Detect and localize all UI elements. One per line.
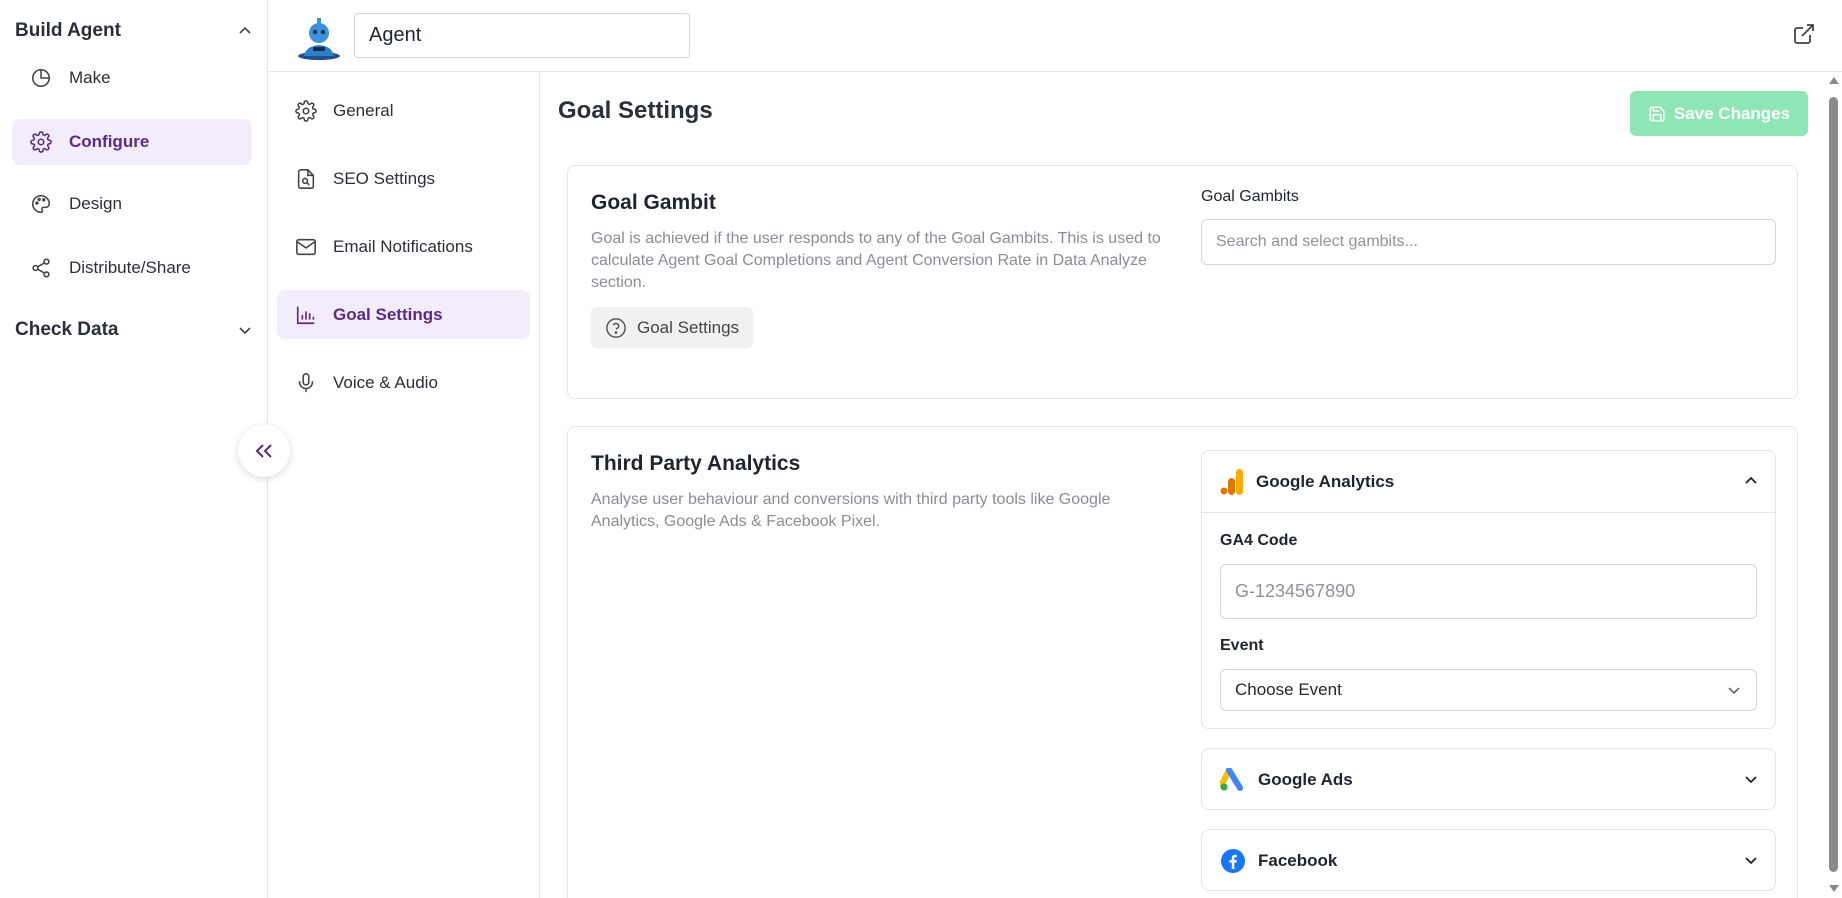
save-button-label: Save Changes: [1673, 103, 1791, 123]
third-party-description: Analyse user behaviour and conversions w…: [591, 491, 1111, 530]
top-bar: [268, 0, 1842, 72]
main-scrollbar[interactable]: [1826, 73, 1842, 898]
goal-settings-help-chip[interactable]: Goal Settings: [591, 307, 754, 348]
facebook-header[interactable]: Facebook: [1202, 830, 1775, 892]
settings-item-voice-audio[interactable]: Voice & Audio: [277, 358, 530, 407]
google-analytics-accordion: Google Analytics GA4 Code Event Choose E…: [1201, 450, 1776, 729]
settings-item-seo[interactable]: SEO Settings: [277, 154, 530, 203]
settings-item-label: SEO Settings: [333, 168, 436, 188]
sidebar-item-configure[interactable]: Configure: [12, 119, 252, 165]
pie-chart-icon: [29, 66, 53, 90]
chevron-down-icon: [1745, 776, 1757, 784]
sidebar-item-label: Distribute/Share: [69, 258, 191, 277]
bar-chart-icon: [295, 304, 317, 326]
app-root: Build Agent Make Configure Design Distri…: [0, 0, 1842, 898]
chevron-down-icon: [1728, 687, 1740, 695]
settings-nav: General SEO Settings Email Notifications…: [268, 73, 540, 898]
settings-item-general[interactable]: General: [277, 86, 530, 135]
sidebar-item-label: Configure: [69, 132, 150, 151]
third-party-analytics-card: Third Party Analytics Analyse user behav…: [567, 426, 1798, 898]
facebook-name: Facebook: [1258, 851, 1338, 870]
google-ads-name: Google Ads: [1258, 770, 1353, 789]
page-title: Goal Settings: [558, 97, 713, 124]
google-ads-header[interactable]: Google Ads: [1202, 749, 1775, 811]
double-chevron-left-icon: [255, 444, 272, 458]
third-party-title: Third Party Analytics: [591, 452, 801, 475]
scroll-up-arrow-icon[interactable]: [1829, 77, 1839, 84]
agent-name-input[interactable]: [354, 13, 690, 58]
mail-icon: [295, 236, 317, 258]
settings-item-label: Goal Settings: [333, 304, 443, 324]
sidebar-item-label: Make: [69, 68, 111, 87]
facebook-icon: [1220, 848, 1246, 874]
sidebar-item-label: Design: [69, 194, 122, 213]
collapse-sidebar-button[interactable]: [238, 425, 290, 477]
chevron-up-icon: [239, 26, 251, 34]
scroll-down-arrow-icon[interactable]: [1829, 885, 1839, 892]
settings-item-label: General: [333, 100, 394, 120]
chevron-down-icon: [1745, 857, 1757, 865]
settings-item-email-notifications[interactable]: Email Notifications: [277, 222, 530, 271]
check-data-section-header[interactable]: Check Data: [15, 315, 253, 345]
share-icon: [29, 256, 53, 280]
palette-icon: [29, 192, 53, 216]
google-ads-icon: [1220, 768, 1246, 792]
ga4-code-label: GA4 Code: [1220, 532, 1298, 549]
goal-gambits-label: Goal Gambits: [1201, 188, 1299, 205]
facebook-accordion: Facebook: [1201, 829, 1776, 891]
check-data-title: Check Data: [15, 319, 119, 340]
google-ads-accordion: Google Ads: [1201, 748, 1776, 810]
chevron-up-icon: [1745, 476, 1757, 484]
event-label: Event: [1220, 637, 1264, 654]
save-changes-button[interactable]: Save Changes: [1630, 91, 1808, 136]
chevron-down-icon: [239, 327, 251, 335]
sidebar-item-design[interactable]: Design: [12, 181, 252, 227]
sidebar-item-distribute-share[interactable]: Distribute/Share: [12, 245, 252, 291]
goal-gambit-card: Goal Gambit Goal is achieved if the user…: [567, 165, 1798, 399]
build-agent-section-header[interactable]: Build Agent: [15, 16, 253, 46]
google-analytics-header[interactable]: Google Analytics: [1202, 451, 1775, 513]
event-select-value: Choose Event: [1235, 680, 1342, 699]
microphone-icon: [295, 372, 317, 394]
ga4-code-input[interactable]: [1220, 564, 1757, 619]
settings-item-label: Voice & Audio: [333, 372, 438, 392]
settings-item-label: Email Notifications: [333, 236, 473, 256]
gear-icon: [295, 99, 317, 122]
sidebar-item-make[interactable]: Make: [12, 55, 252, 101]
save-icon: [1649, 106, 1665, 121]
scrollbar-thumb[interactable]: [1829, 97, 1838, 872]
help-chip-label: Goal Settings: [637, 317, 740, 337]
file-search-icon: [295, 168, 317, 190]
event-select[interactable]: Choose Event: [1220, 669, 1757, 711]
robot-avatar-icon: [296, 16, 342, 60]
build-agent-title: Build Agent: [15, 20, 121, 41]
google-analytics-name: Google Analytics: [1256, 471, 1395, 491]
external-link-icon[interactable]: [1792, 22, 1818, 48]
help-circle-icon: [606, 317, 626, 338]
goal-gambit-title: Goal Gambit: [591, 191, 716, 214]
settings-item-goal-settings[interactable]: Goal Settings: [277, 290, 530, 339]
main-content: Goal Settings Save Changes Goal Gambit G…: [541, 73, 1826, 898]
goal-gambits-search-input[interactable]: [1201, 219, 1776, 265]
goal-gambit-description: Goal is achieved if the user responds to…: [591, 230, 1161, 291]
main-sidebar: Build Agent Make Configure Design Distri…: [0, 0, 268, 898]
gear-icon: [29, 130, 53, 154]
google-analytics-icon: [1220, 468, 1244, 496]
